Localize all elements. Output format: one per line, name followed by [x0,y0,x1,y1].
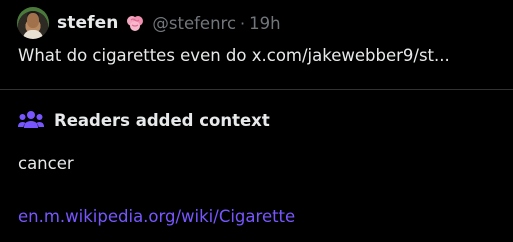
tweet-text: What do cigarettes even do x.com/jakeweb… [18,46,450,65]
display-name[interactable]: stefen [57,13,118,33]
context-header: Readers added context [18,110,270,130]
separator-dot: · [240,13,246,33]
avatar-head [27,13,39,28]
timestamp[interactable]: 19h [249,14,280,33]
people-group-icon [18,110,44,130]
pink-brain-icon [124,12,146,34]
tweet-card[interactable]: stefen @stefenrc · 19h What do cigarette… [0,0,513,242]
avatar[interactable] [17,7,49,39]
avatar-shirt [23,30,43,39]
context-title: Readers added context [54,110,270,130]
context-link[interactable]: en.m.wikipedia.org/wiki/Cigarette [18,207,295,226]
handle[interactable]: @stefenrc [152,14,236,33]
readers-context-box: Readers added context cancer en.m.wikipe… [0,89,513,242]
context-body: cancer [18,154,74,173]
tweet-header: stefen @stefenrc · 19h [17,7,281,39]
